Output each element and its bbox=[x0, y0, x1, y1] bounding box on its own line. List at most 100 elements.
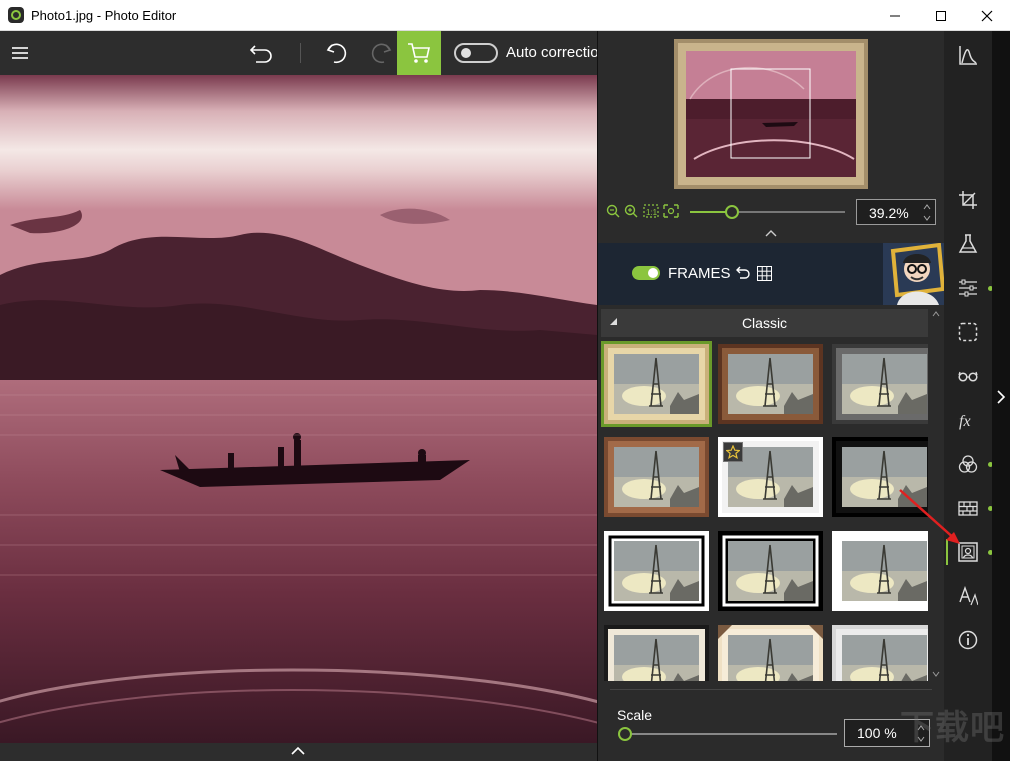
maximize-icon bbox=[936, 11, 946, 21]
crop-icon bbox=[959, 191, 977, 209]
collapse-navigator-icon[interactable] bbox=[764, 229, 778, 237]
fit-screen-icon[interactable] bbox=[663, 204, 679, 218]
undo-icon bbox=[326, 43, 347, 64]
zoom-out-icon[interactable] bbox=[606, 204, 620, 218]
grid-view-icon[interactable] bbox=[757, 266, 772, 281]
zoom-input[interactable]: 39.2% bbox=[856, 199, 936, 225]
revert-button[interactable] bbox=[242, 31, 282, 75]
top-toolbar: Auto correction bbox=[0, 31, 597, 75]
expand-up-icon[interactable] bbox=[290, 746, 306, 756]
frame-thumbnail-image bbox=[718, 531, 823, 611]
glasses-icon bbox=[958, 371, 978, 382]
retouch-button[interactable] bbox=[952, 360, 984, 392]
fx-button[interactable]: fx bbox=[952, 404, 984, 436]
frame-thumbnail[interactable] bbox=[718, 531, 823, 611]
navigator-preview[interactable] bbox=[674, 39, 868, 189]
frame-thumbnail[interactable] bbox=[601, 341, 712, 427]
red-annotation-arrow bbox=[899, 489, 960, 544]
store-button[interactable] bbox=[397, 31, 441, 75]
auto-correction-label: Auto correction bbox=[506, 44, 597, 61]
effects-lab-button[interactable] bbox=[952, 228, 984, 260]
close-button[interactable] bbox=[964, 0, 1010, 31]
zoom-up-icon[interactable] bbox=[923, 204, 931, 210]
zoom-down-icon[interactable] bbox=[923, 215, 931, 221]
minimize-icon bbox=[890, 15, 900, 17]
undo-button[interactable] bbox=[317, 31, 357, 75]
frames-title: FRAMES bbox=[668, 265, 731, 282]
zoom-controls: 1:1 39.2% bbox=[598, 199, 945, 225]
frame-thumbnail-image bbox=[832, 344, 928, 424]
frames-header: FRAMES bbox=[598, 243, 945, 305]
frame-thumbnail[interactable] bbox=[604, 531, 709, 611]
frame-thumbnail-image bbox=[604, 625, 709, 681]
frame-thumbnail[interactable] bbox=[832, 625, 928, 681]
favorite-star-icon[interactable] bbox=[723, 442, 743, 462]
frame-thumbnail[interactable] bbox=[604, 625, 709, 681]
scroll-down-icon[interactable] bbox=[932, 671, 940, 677]
histogram-icon bbox=[959, 46, 977, 65]
window-title: Photo1.jpg - Photo Editor bbox=[31, 8, 177, 23]
text-button[interactable] bbox=[952, 580, 984, 612]
frame-thumbnail[interactable] bbox=[604, 437, 709, 517]
app-logo-icon bbox=[8, 7, 24, 23]
frame-thumbnail[interactable] bbox=[718, 625, 823, 681]
frame-thumbnails bbox=[601, 341, 928, 681]
color-circles-icon bbox=[958, 455, 978, 473]
svg-text:fx: fx bbox=[959, 413, 971, 430]
frames-illustration bbox=[883, 243, 945, 305]
info-button[interactable] bbox=[952, 624, 984, 656]
zoom-in-icon[interactable] bbox=[624, 204, 638, 218]
frame-thumbnail-image bbox=[604, 437, 709, 517]
selection-icon bbox=[958, 322, 978, 342]
adjustments-button[interactable] bbox=[952, 272, 984, 304]
selection-button[interactable] bbox=[952, 316, 984, 348]
crop-button[interactable] bbox=[952, 184, 984, 216]
redo-icon bbox=[371, 43, 392, 64]
maximize-button[interactable] bbox=[918, 0, 964, 31]
frame-thumbnail-image bbox=[718, 344, 823, 424]
auto-correction-switch[interactable] bbox=[454, 43, 498, 63]
side-panel-edge bbox=[992, 31, 1010, 761]
toolbar-separator bbox=[300, 43, 301, 63]
revert-icon bbox=[250, 45, 272, 63]
scale-slider[interactable] bbox=[618, 727, 837, 741]
frame-thumbnail-image bbox=[718, 625, 823, 681]
frames-toggle[interactable] bbox=[632, 266, 660, 280]
frame-thumbnail-image bbox=[604, 531, 709, 611]
expand-right-icon[interactable] bbox=[995, 389, 1007, 405]
scroll-up-icon[interactable] bbox=[932, 311, 940, 317]
frame-thumbnail[interactable] bbox=[832, 344, 928, 424]
zoom-slider-knob[interactable] bbox=[724, 205, 739, 219]
histogram-button[interactable] bbox=[952, 39, 984, 71]
photo-canvas[interactable] bbox=[0, 75, 597, 743]
photo-image bbox=[0, 75, 597, 743]
category-label: Classic bbox=[741, 315, 788, 331]
zoom-value: 39.2% bbox=[869, 205, 909, 221]
title-bar: Photo1.jpg - Photo Editor bbox=[0, 0, 1010, 31]
frame-thumbnail-image bbox=[832, 625, 928, 681]
scale-label: Scale bbox=[617, 707, 653, 723]
actual-size-icon[interactable]: 1:1 bbox=[643, 204, 659, 218]
scale-value: 100 % bbox=[857, 725, 897, 741]
scale-slider-knob[interactable] bbox=[618, 727, 632, 741]
flask-icon bbox=[958, 234, 978, 253]
cart-icon bbox=[408, 43, 430, 63]
reset-icon[interactable] bbox=[735, 265, 751, 281]
right-panel: 1:1 39.2% FRAMES Classic Scale 100 % bbox=[597, 31, 945, 761]
fx-icon: fx bbox=[959, 413, 971, 430]
frame-thumbnail[interactable] bbox=[718, 344, 823, 424]
hamburger-icon bbox=[12, 47, 28, 59]
color-blend-button[interactable] bbox=[952, 448, 984, 480]
frame-thumbnail[interactable] bbox=[718, 437, 823, 517]
category-header-classic[interactable]: Classic bbox=[601, 309, 928, 337]
panel-divider bbox=[610, 689, 932, 690]
tool-icon-column: fx bbox=[944, 31, 993, 761]
minimize-button[interactable] bbox=[872, 0, 918, 31]
zoom-tools: 1:1 bbox=[606, 204, 679, 218]
adjust-sliders-icon bbox=[959, 279, 977, 297]
redo-button[interactable] bbox=[361, 31, 401, 75]
menu-button[interactable] bbox=[0, 31, 40, 75]
frame-thumbnail-image bbox=[604, 344, 709, 424]
text-effects-icon bbox=[959, 586, 978, 606]
zoom-slider[interactable] bbox=[690, 205, 845, 219]
